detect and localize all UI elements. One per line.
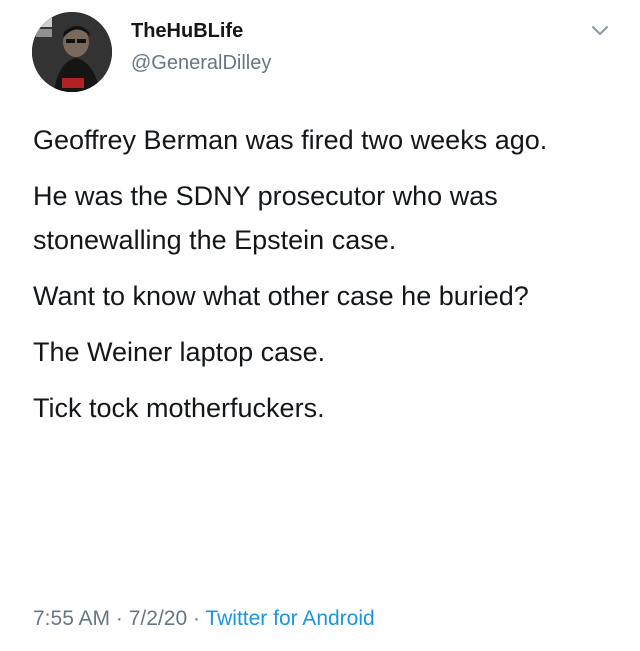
- tweet-date[interactable]: 7/2/20: [129, 607, 187, 630]
- tweet-paragraph: The Weiner laptop case.: [33, 337, 326, 367]
- separator: ·: [115, 607, 123, 630]
- display-name[interactable]: TheHuBLife: [131, 19, 243, 43]
- avatar[interactable]: [32, 12, 112, 92]
- tweet-source-link[interactable]: Twitter for Android: [205, 607, 374, 630]
- tweet-time[interactable]: 7:55 AM: [33, 607, 110, 630]
- chevron-down-icon[interactable]: [587, 20, 613, 40]
- user-handle[interactable]: @GeneralDilley: [131, 51, 271, 75]
- tweet-paragraph: Geoffrey Berman was fired two weeks ago.: [33, 125, 548, 155]
- tweet-paragraph: He was the SDNY prosecutor who was stone…: [33, 181, 498, 255]
- tweet-paragraph: Tick tock motherfuckers.: [33, 393, 325, 423]
- tweet-metadata: 7:55 AM · 7/2/20 · Twitter for Android: [33, 605, 375, 633]
- tweet-text: Geoffrey Berman was fired two weeks ago.…: [33, 118, 623, 442]
- avatar-image: [32, 12, 112, 92]
- separator: ·: [192, 607, 200, 630]
- tweet-paragraph: Want to know what other case he buried?: [33, 281, 529, 311]
- tweet-card: TheHuBLife @GeneralDilley Geoffrey Berma…: [0, 0, 640, 651]
